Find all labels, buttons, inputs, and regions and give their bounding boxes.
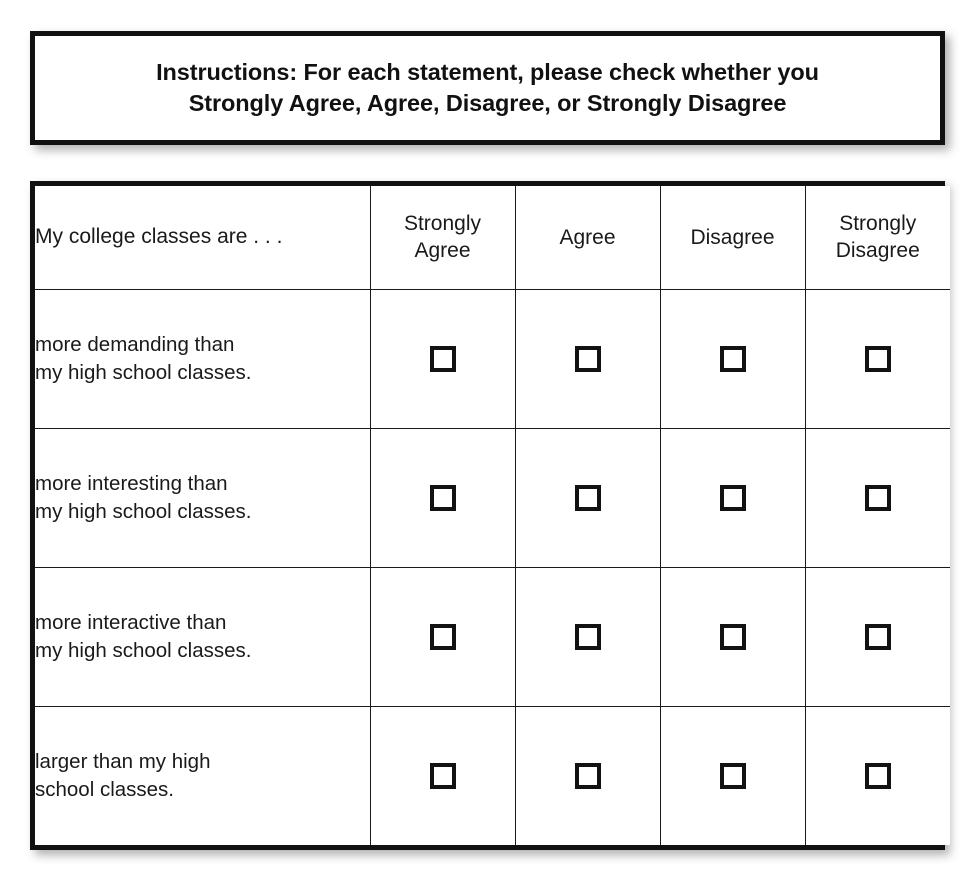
header-option-strongly-disagree: Strongly Disagree: [804, 186, 950, 290]
table-row: more interactive than my high school cla…: [35, 566, 950, 707]
header-option-strongly-disagree-line-2: Disagree: [835, 239, 920, 263]
checkbox-icon[interactable]: [719, 484, 746, 511]
checkbox-icon[interactable]: [574, 345, 601, 372]
statement-cell: larger than my high school classes.: [35, 705, 371, 845]
checkbox-icon[interactable]: [719, 762, 746, 789]
header-statement-column: My college classes are . . .: [35, 186, 371, 290]
table-header-row: My college classes are . . . Strongly Ag…: [35, 186, 950, 290]
checkbox-icon[interactable]: [429, 345, 456, 372]
checkbox-icon[interactable]: [574, 762, 601, 789]
choice-cell-agree[interactable]: [514, 566, 661, 707]
statement-cell: more interactive than my high school cla…: [35, 566, 371, 707]
choice-cell-strongly-agree[interactable]: [369, 288, 516, 429]
header-option-disagree-line-1: Disagree: [690, 225, 775, 249]
table-row: larger than my high school classes.: [35, 705, 950, 845]
checkbox-icon[interactable]: [864, 762, 891, 789]
statement-line-2: my high school classes.: [35, 499, 252, 523]
choice-cell-strongly-disagree[interactable]: [804, 288, 950, 429]
choice-cell-strongly-disagree[interactable]: [804, 427, 950, 568]
choice-cell-agree[interactable]: [514, 705, 661, 845]
header-option-agree: Agree: [514, 186, 661, 290]
header-option-strongly-agree-line-2: Agree: [414, 239, 471, 263]
statement-line-2: school classes.: [35, 777, 175, 801]
header-option-disagree: Disagree: [659, 186, 806, 290]
checkbox-icon[interactable]: [429, 623, 456, 650]
header-option-strongly-disagree-line-1: Strongly: [839, 211, 917, 235]
header-option-agree-line-1: Agree: [559, 225, 616, 249]
header-option-strongly-agree: Strongly Agree: [369, 186, 516, 290]
instructions-line-2: Strongly Agree, Agree, Disagree, or Stro…: [188, 90, 787, 116]
checkbox-icon[interactable]: [864, 345, 891, 372]
choice-cell-disagree[interactable]: [659, 427, 806, 568]
choice-cell-disagree[interactable]: [659, 288, 806, 429]
statement-line-1: more interactive than: [35, 611, 227, 635]
choice-cell-strongly-disagree[interactable]: [804, 566, 950, 707]
choice-cell-agree[interactable]: [514, 288, 661, 429]
instructions-line-1: Instructions: For each statement, please…: [156, 58, 819, 85]
table-row: more interesting than my high school cla…: [35, 427, 950, 568]
survey-table-container: My college classes are . . . Strongly Ag…: [30, 181, 950, 850]
choice-cell-disagree[interactable]: [659, 705, 806, 845]
choice-cell-strongly-agree[interactable]: [369, 705, 516, 845]
instructions-box: Instructions: For each statement, please…: [30, 31, 945, 145]
statement-cell: more demanding than my high school class…: [35, 288, 371, 429]
statement-cell: more interesting than my high school cla…: [35, 427, 371, 568]
choice-cell-agree[interactable]: [514, 427, 661, 568]
survey-page: Instructions: For each statement, please…: [0, 0, 974, 883]
survey-table: My college classes are . . . Strongly Ag…: [35, 186, 950, 845]
statement-line-1: larger than my high: [35, 750, 211, 774]
header-option-strongly-agree-line-1: Strongly: [403, 211, 482, 235]
checkbox-icon[interactable]: [429, 484, 456, 511]
instructions-text: Instructions: For each statement, please…: [138, 57, 837, 119]
table-row: more demanding than my high school class…: [35, 288, 950, 429]
choice-cell-disagree[interactable]: [659, 566, 806, 707]
checkbox-icon[interactable]: [864, 623, 891, 650]
statement-line-1: more demanding than: [35, 333, 235, 357]
checkbox-icon[interactable]: [719, 623, 746, 650]
choice-cell-strongly-disagree[interactable]: [804, 705, 950, 845]
checkbox-icon[interactable]: [429, 762, 456, 789]
choice-cell-strongly-agree[interactable]: [369, 566, 516, 707]
checkbox-icon[interactable]: [864, 484, 891, 511]
statement-line-2: my high school classes.: [35, 638, 252, 662]
checkbox-icon[interactable]: [719, 345, 746, 372]
statement-line-1: more interesting than: [35, 472, 228, 496]
choice-cell-strongly-agree[interactable]: [369, 427, 516, 568]
checkbox-icon[interactable]: [574, 623, 601, 650]
statement-line-2: my high school classes.: [35, 360, 252, 384]
checkbox-icon[interactable]: [574, 484, 601, 511]
